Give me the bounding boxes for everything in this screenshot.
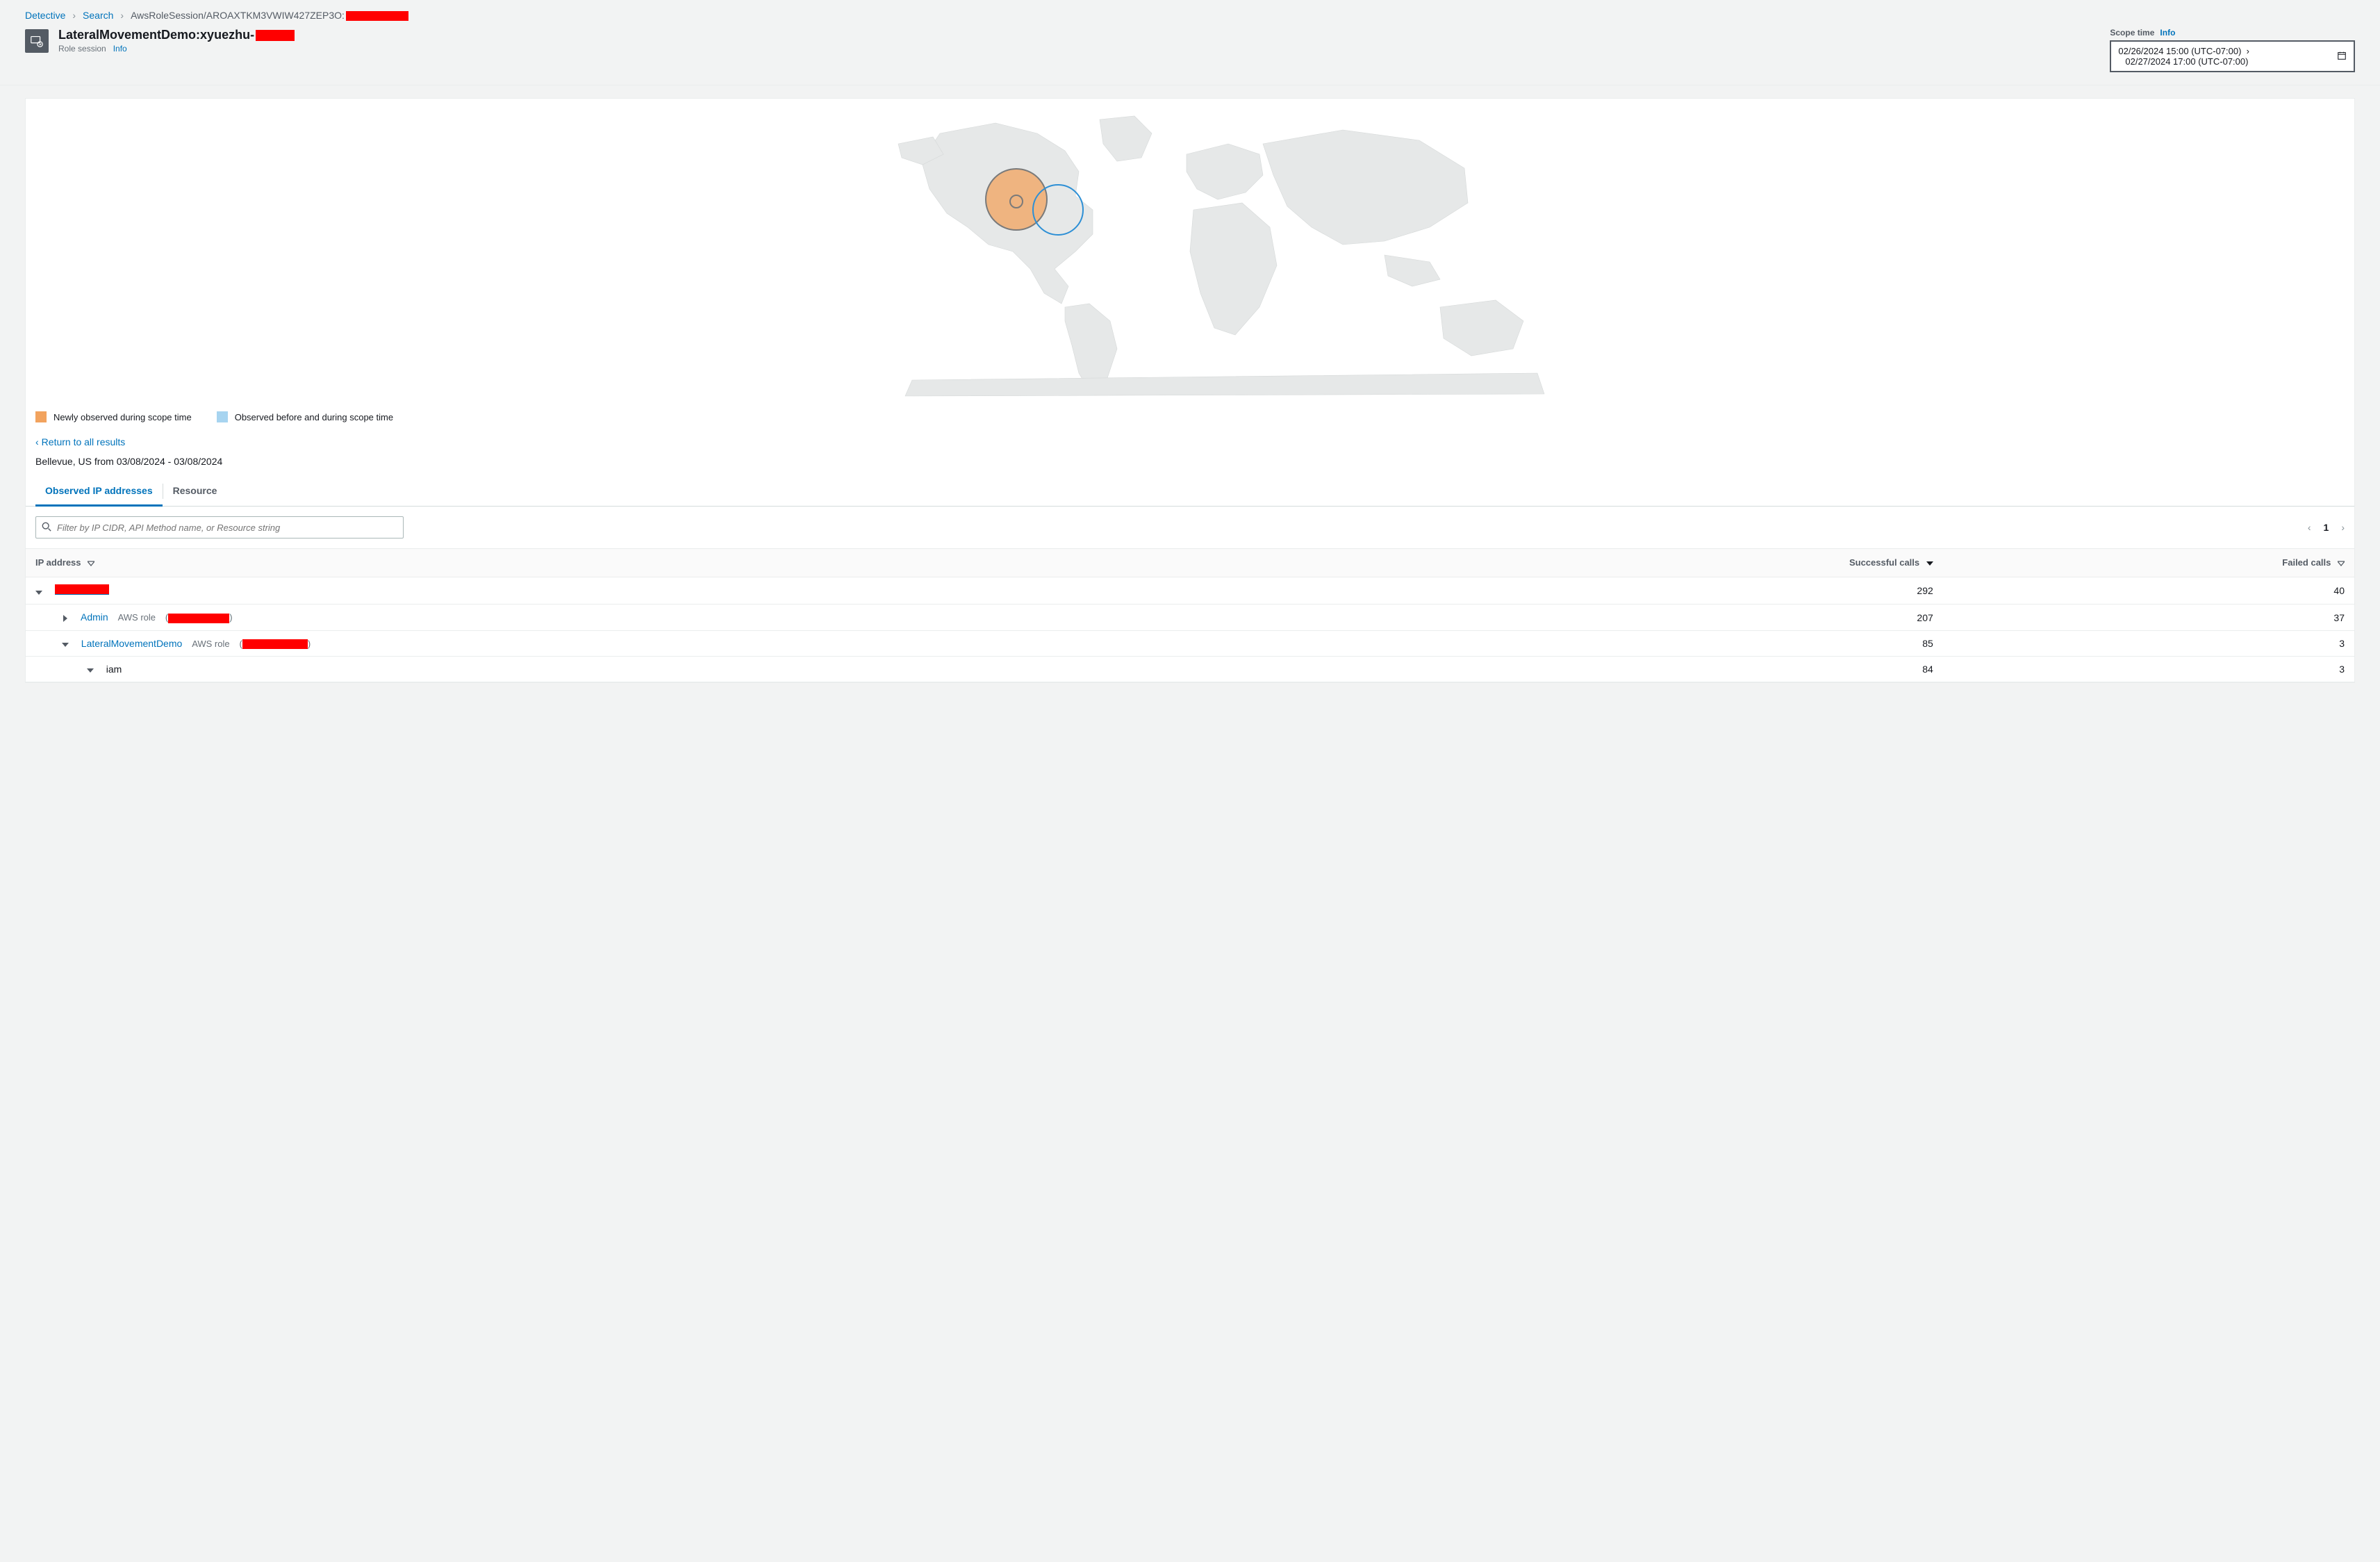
role-link-admin[interactable]: Admin (81, 611, 108, 623)
breadcrumb-search[interactable]: Search (83, 10, 113, 21)
expand-toggle[interactable] (87, 668, 94, 673)
legend-swatch-orange (35, 411, 47, 422)
breadcrumb-current: AwsRoleSession/AROAXTKM3VWIW427ZEP3O: (131, 10, 408, 21)
legend-before: Observed before and during scope time (217, 411, 393, 422)
location-range-label: Bellevue, US from 03/08/2024 - 03/08/202… (26, 456, 2354, 477)
redacted-block (168, 614, 229, 623)
pagination: ‹ 1 › (2308, 522, 2345, 533)
main-panel: Newly observed during scope time Observe… (25, 98, 2355, 683)
cell-success: 207 (1423, 605, 1943, 631)
cell-failed: 3 (1943, 630, 2354, 657)
table-row: 292 40 (26, 577, 2354, 605)
legend-new: Newly observed during scope time (35, 411, 192, 422)
filter-input[interactable] (57, 523, 397, 533)
cell-failed: 37 (1943, 605, 2354, 631)
search-icon (42, 522, 51, 534)
cell-success: 85 (1423, 630, 1943, 657)
breadcrumb-detective[interactable]: Detective (25, 10, 65, 21)
subtitle-label: Role session (58, 44, 106, 54)
page-prev-button[interactable]: ‹ (2308, 522, 2311, 533)
calendar-icon (2337, 51, 2347, 63)
redacted-block (346, 11, 408, 21)
cell-failed: 40 (1943, 577, 2354, 605)
geolocation-map[interactable] (26, 99, 2354, 404)
page-next-button[interactable]: › (2341, 522, 2345, 533)
cell-failed: 3 (1943, 657, 2354, 682)
ip-table: IP address Successful calls Failed calls (26, 548, 2354, 682)
return-to-results-link[interactable]: Return to all results (42, 436, 126, 447)
col-failed[interactable]: Failed calls (1943, 549, 2354, 577)
chevron-right-icon: › (72, 10, 76, 21)
tabs: Observed IP addresses Resource (26, 477, 2354, 507)
info-link[interactable]: Info (113, 44, 127, 54)
role-type-label: AWS role (192, 639, 229, 649)
expand-toggle[interactable] (63, 615, 67, 622)
chevron-left-icon: ‹ (35, 436, 39, 447)
col-successful[interactable]: Successful calls (1423, 549, 1943, 577)
cell-success: 292 (1423, 577, 1943, 605)
role-session-icon (25, 29, 49, 53)
table-row: LateralMovementDemo AWS role () 85 3 (26, 630, 2354, 657)
scope-time-picker[interactable]: 02/26/2024 15:00 (UTC-07:00) › 02/27/202… (2110, 40, 2355, 72)
page-title: LateralMovementDemo:xyuezhu- (58, 28, 295, 42)
table-row: iam 84 3 (26, 657, 2354, 682)
page-current: 1 (2324, 522, 2329, 533)
role-type-label: AWS role (118, 612, 156, 623)
service-label: iam (106, 664, 122, 675)
tab-resource[interactable]: Resource (163, 477, 227, 506)
chevron-right-icon: › (120, 10, 124, 21)
sort-icon-filled (1926, 558, 1933, 568)
scope-time-label: Scope time (2110, 28, 2154, 38)
filter-input-wrapper[interactable] (35, 516, 404, 539)
redacted-block (242, 639, 308, 649)
sort-icon (88, 558, 94, 568)
redacted-block (256, 30, 295, 41)
sort-icon (2338, 558, 2345, 568)
tab-observed-ip[interactable]: Observed IP addresses (35, 477, 163, 507)
expand-toggle[interactable] (62, 643, 69, 647)
legend-swatch-blue (217, 411, 228, 422)
cell-success: 84 (1423, 657, 1943, 682)
table-row: Admin AWS role () 207 37 (26, 605, 2354, 631)
map-marker-new[interactable] (986, 169, 1047, 230)
ip-link-redacted[interactable] (55, 584, 109, 595)
breadcrumb: Detective › Search › AwsRoleSession/AROA… (0, 0, 2380, 28)
scope-info-link[interactable]: Info (2160, 28, 2175, 38)
role-link-lateral[interactable]: LateralMovementDemo (81, 638, 183, 649)
col-ip[interactable]: IP address (26, 549, 1423, 577)
expand-toggle[interactable] (35, 591, 42, 595)
